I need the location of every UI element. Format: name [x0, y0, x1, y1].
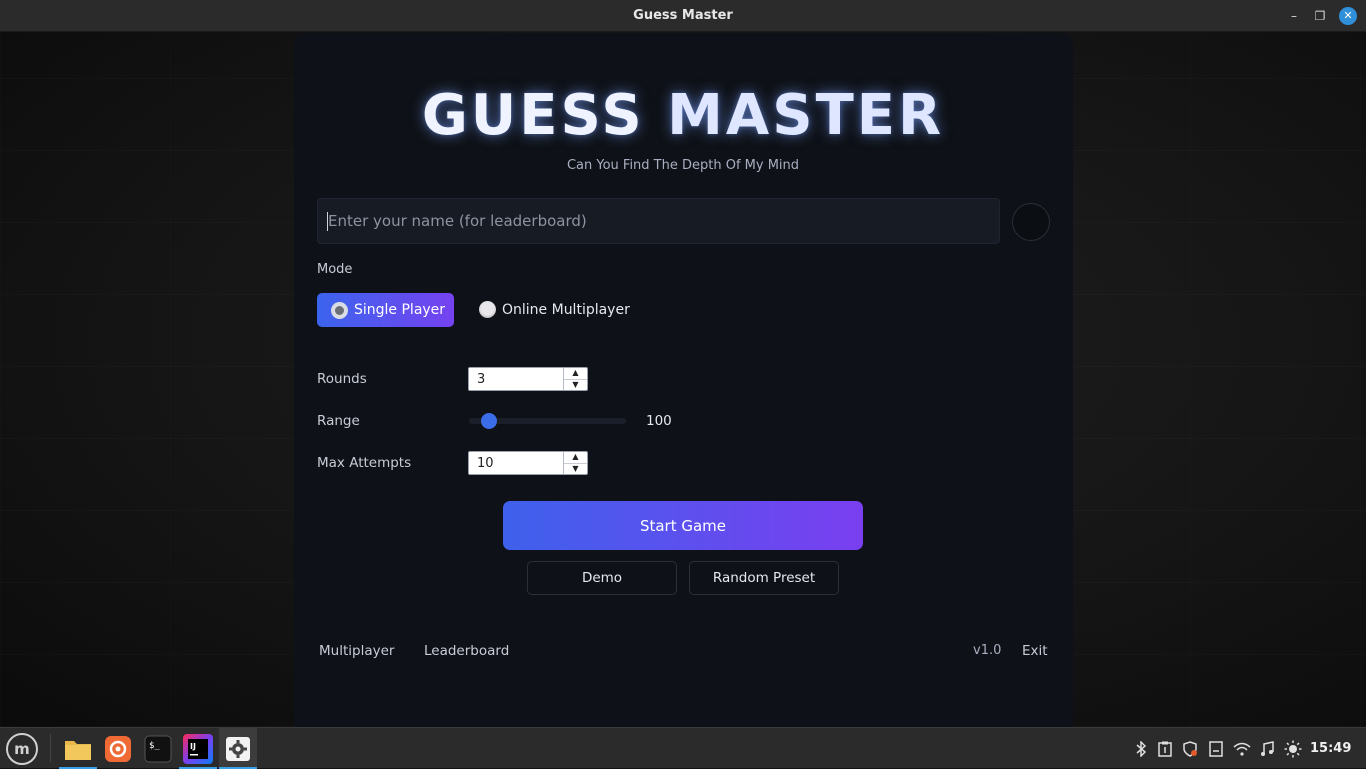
firefox-icon[interactable]	[99, 728, 137, 769]
demo-button[interactable]: Demo	[527, 561, 677, 595]
terminal-icon[interactable]: $_	[139, 728, 177, 769]
radio-checked-icon	[331, 301, 348, 319]
taskbar-separator	[50, 734, 51, 762]
range-value: 100	[646, 413, 672, 429]
maximize-button[interactable]: ❐	[1312, 8, 1328, 24]
app-subtitle: Can You Find The Depth Of My Mind	[566, 158, 800, 173]
rounds-stepper[interactable]: ▲ ▼	[563, 368, 587, 390]
notes-icon[interactable]	[1207, 728, 1225, 769]
start-game-button[interactable]: Start Game	[503, 501, 863, 550]
intellij-icon[interactable]: IJ	[179, 728, 217, 769]
text-caret	[327, 212, 328, 231]
footer-leaderboard-link[interactable]: Leaderboard	[424, 643, 509, 659]
random-preset-button[interactable]: Random Preset	[689, 561, 839, 595]
rounds-spinbox[interactable]: ▲ ▼	[468, 367, 588, 391]
range-label: Range	[317, 413, 360, 429]
clock[interactable]: 15:49	[1310, 741, 1351, 756]
close-button[interactable]: ✕	[1339, 7, 1357, 25]
settings-icon[interactable]	[219, 728, 257, 769]
max-attempts-input[interactable]	[469, 452, 563, 474]
svg-text:IJ: IJ	[190, 742, 196, 751]
max-attempts-label: Max Attempts	[317, 455, 412, 471]
radio-unchecked-icon	[479, 301, 496, 318]
mode-single-label: Single Player	[354, 302, 446, 318]
window-title: Guess Master	[633, 8, 733, 23]
mode-single-player[interactable]: Single Player	[317, 293, 454, 327]
bluetooth-icon[interactable]	[1132, 728, 1150, 769]
shield-icon[interactable]	[1180, 728, 1200, 769]
spin-up-icon[interactable]: ▲	[564, 368, 587, 380]
app-title-word1: GUESS	[421, 83, 645, 148]
footer-multiplayer-link[interactable]: Multiplayer	[319, 643, 394, 659]
spin-down-icon[interactable]: ▼	[564, 380, 587, 391]
menu-icon[interactable]: m	[6, 733, 38, 765]
rounds-label: Rounds	[317, 371, 367, 387]
mode-label: Mode	[317, 262, 353, 277]
mode-online-multiplayer[interactable]: Online Multiplayer	[479, 301, 630, 318]
spin-up-icon[interactable]: ▲	[564, 452, 587, 464]
app-title-word2: MASTER	[667, 83, 945, 148]
brightness-icon[interactable]	[1283, 728, 1303, 769]
files-icon[interactable]	[59, 728, 97, 769]
minimize-button[interactable]: –	[1286, 8, 1302, 24]
avatar-button[interactable]	[1012, 203, 1050, 241]
spin-down-icon[interactable]: ▼	[564, 464, 587, 475]
mode-online-label: Online Multiplayer	[502, 301, 630, 318]
rounds-input[interactable]	[469, 368, 563, 390]
window-titlebar: Guess Master – ❐ ✕	[0, 0, 1366, 32]
player-name-input[interactable]	[317, 198, 1000, 244]
range-slider-handle[interactable]	[481, 413, 497, 429]
max-attempts-spinbox[interactable]: ▲ ▼	[468, 451, 588, 475]
taskbar: m $_ IJ 15:49	[0, 727, 1366, 769]
app-title: GUESS MASTER	[0, 83, 1366, 148]
version-label: v1.0	[973, 643, 1002, 658]
wifi-icon[interactable]	[1232, 728, 1252, 769]
music-icon[interactable]	[1258, 728, 1276, 769]
max-attempts-stepper[interactable]: ▲ ▼	[563, 452, 587, 474]
svg-text:$_: $_	[149, 741, 160, 751]
exit-link[interactable]: Exit	[1022, 643, 1048, 659]
clipboard-icon[interactable]	[1156, 728, 1174, 769]
